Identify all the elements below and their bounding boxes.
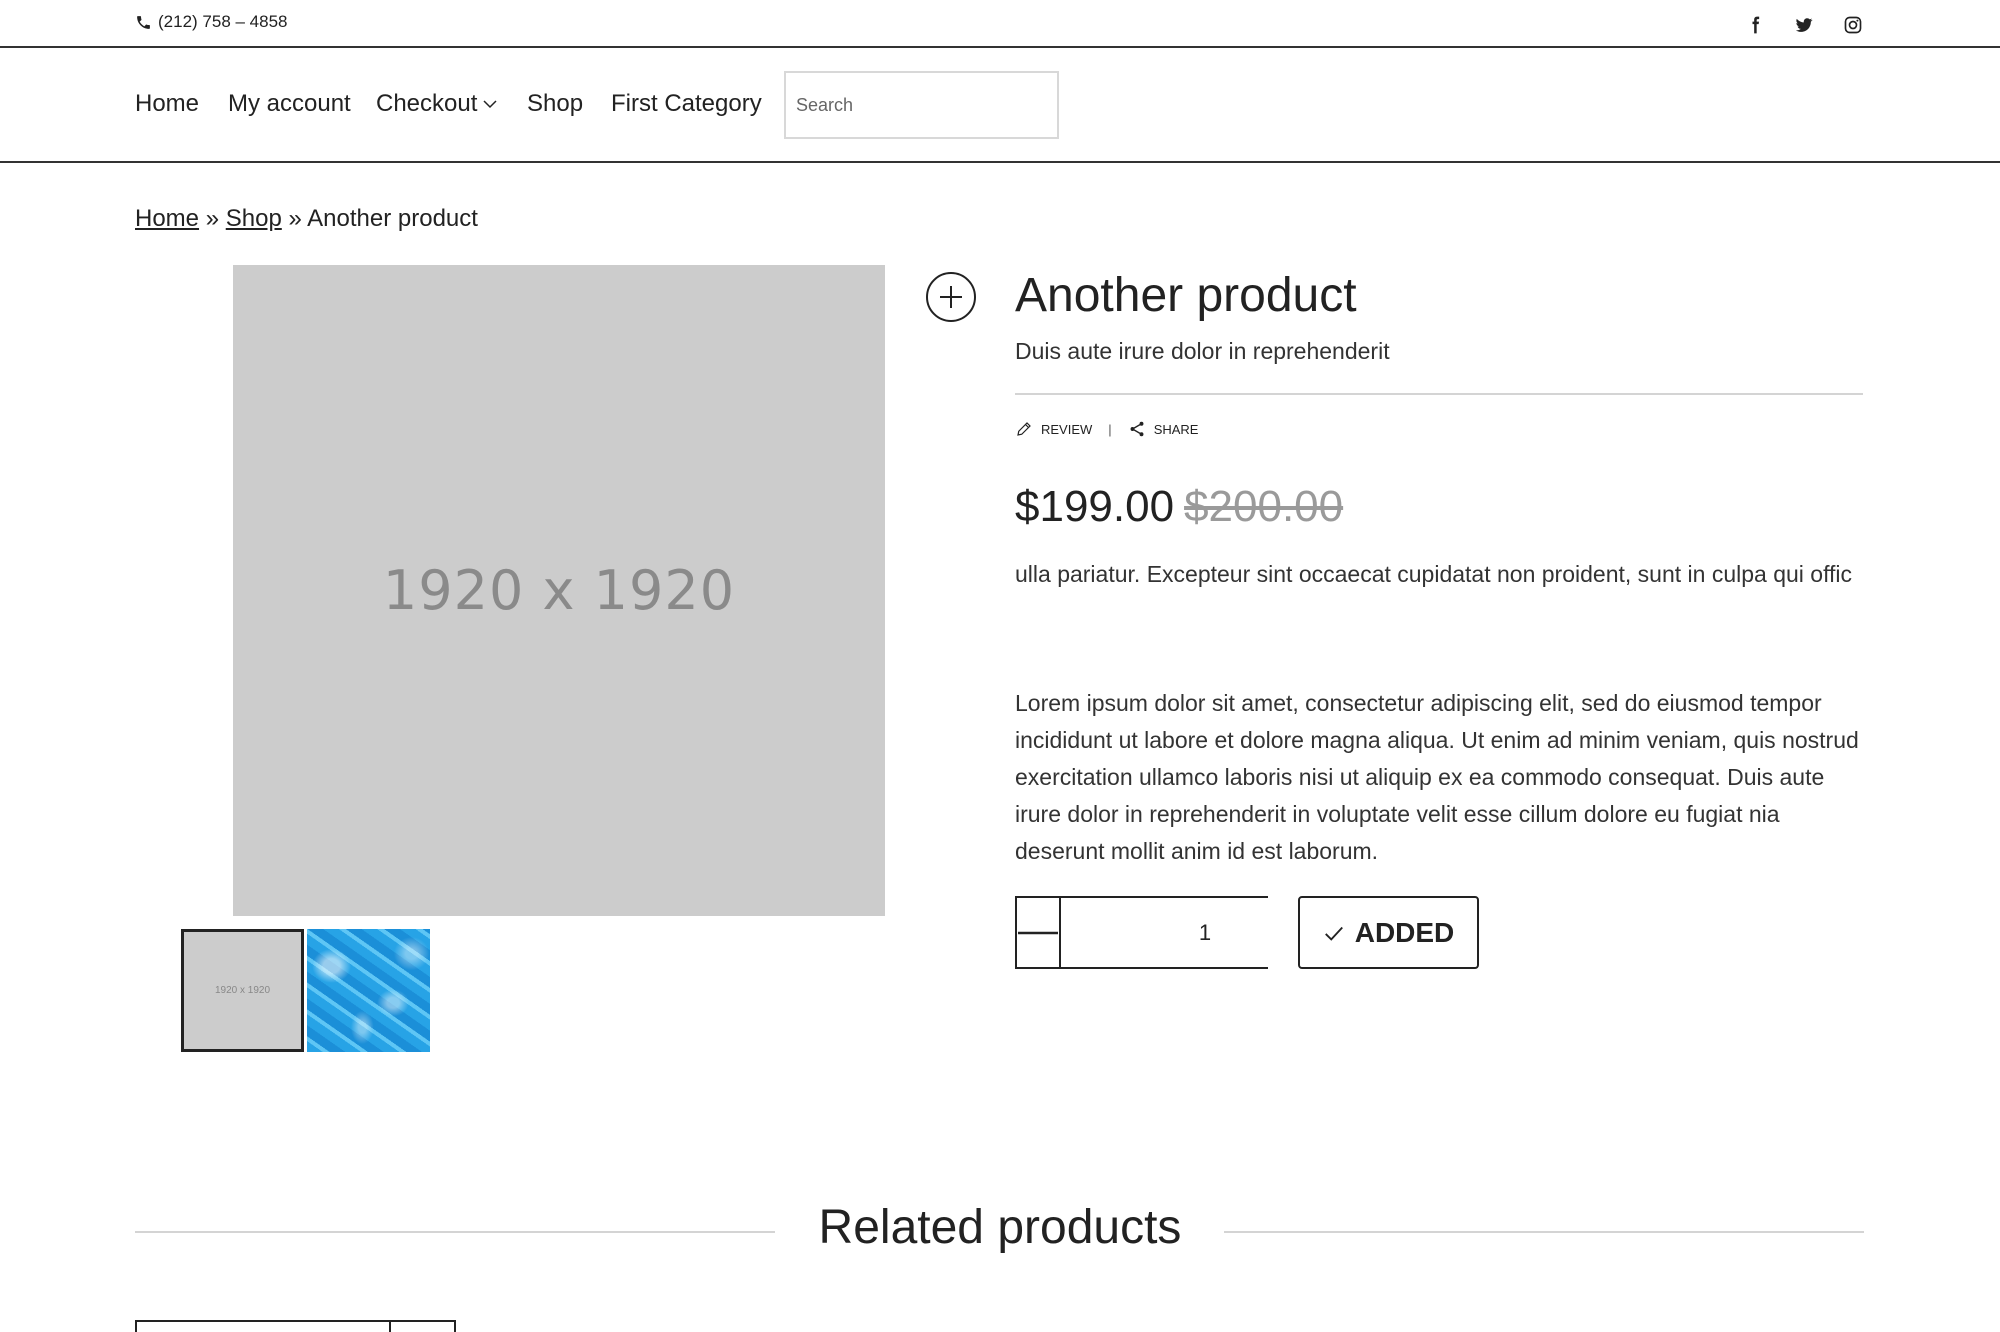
add-to-cart-label: ADDED	[1354, 916, 1455, 948]
minus-icon	[1018, 931, 1058, 934]
regular-price: $200.00	[1184, 482, 1344, 531]
image-placeholder-label: 1920 x 1920	[382, 559, 736, 622]
main-navigation: Home My account Checkout Shop First Cate…	[0, 48, 2000, 163]
breadcrumb-home-link[interactable]: Home	[135, 205, 199, 232]
nav-item-first-category[interactable]: First Category	[611, 90, 762, 118]
chevron-down-icon	[483, 100, 497, 109]
review-link[interactable]: REVIEW	[1015, 420, 1092, 438]
pencil-icon	[1017, 422, 1031, 436]
gallery-thumbnail-water[interactable]	[307, 929, 430, 1052]
checkmark-icon	[1324, 926, 1343, 941]
divider	[1015, 393, 1863, 395]
breadcrumb-current: Another product	[307, 205, 478, 232]
phone-icon	[137, 15, 150, 29]
breadcrumb-separator: »	[205, 205, 220, 232]
share-icon	[1130, 421, 1144, 437]
related-products-heading: Related products	[818, 1201, 1182, 1254]
breadcrumb: Home » Shop » Another product	[135, 205, 478, 233]
product-main-image[interactable]: 1920 x 1920	[233, 265, 885, 916]
quantity-stepper	[1015, 896, 1387, 969]
related-product-card[interactable]	[135, 1320, 456, 1332]
review-label: REVIEW	[1041, 421, 1093, 437]
phone-contact[interactable]: (212) 758 – 4858	[135, 12, 288, 32]
share-link[interactable]: SHARE	[1128, 420, 1199, 438]
sale-price: $199.00	[1015, 482, 1175, 531]
nav-item-home[interactable]: Home	[135, 90, 199, 118]
plus-circle-icon	[940, 286, 962, 308]
product-title: Another product	[1015, 269, 1357, 322]
actions-separator: |	[1108, 421, 1112, 437]
breadcrumb-shop-link[interactable]: Shop	[226, 205, 282, 232]
card-divider	[389, 1320, 391, 1332]
product-subtitle: Duis aute irure dolor in reprehenderit	[1015, 338, 1390, 364]
gallery-thumbnail-placeholder[interactable]: 1920 x 1920	[181, 929, 304, 1052]
product-description: Lorem ipsum dolor sit amet, consectetur …	[1015, 690, 1859, 864]
nav-item-checkout[interactable]: Checkout	[376, 90, 497, 118]
nav-item-shop[interactable]: Shop	[527, 90, 583, 118]
product-price: $199.00 $200.00	[1015, 482, 1343, 532]
add-to-cart-button[interactable]: ADDED	[1298, 896, 1479, 969]
product-actions: REVIEW | SHARE	[1015, 420, 1198, 438]
twitter-icon[interactable]	[1793, 14, 1815, 36]
product-short-description: ulla pariatur. Excepteur sint occaecat c…	[1015, 561, 1853, 587]
thumbnail-placeholder-label: 1920 x 1920	[214, 985, 271, 996]
search-input[interactable]	[784, 71, 1059, 139]
facebook-icon[interactable]	[1744, 14, 1766, 36]
top-bar: (212) 758 – 4858	[0, 0, 2000, 48]
phone-number: (212) 758 – 4858	[158, 12, 288, 31]
nav-item-checkout-label: Checkout	[376, 90, 478, 117]
quantity-decrease-button[interactable]	[1017, 898, 1061, 967]
share-label: SHARE	[1153, 421, 1199, 437]
instagram-icon[interactable]	[1842, 14, 1864, 36]
nav-item-my-account[interactable]: My account	[228, 90, 351, 118]
breadcrumb-separator: »	[288, 205, 302, 232]
zoom-button[interactable]	[926, 272, 976, 322]
